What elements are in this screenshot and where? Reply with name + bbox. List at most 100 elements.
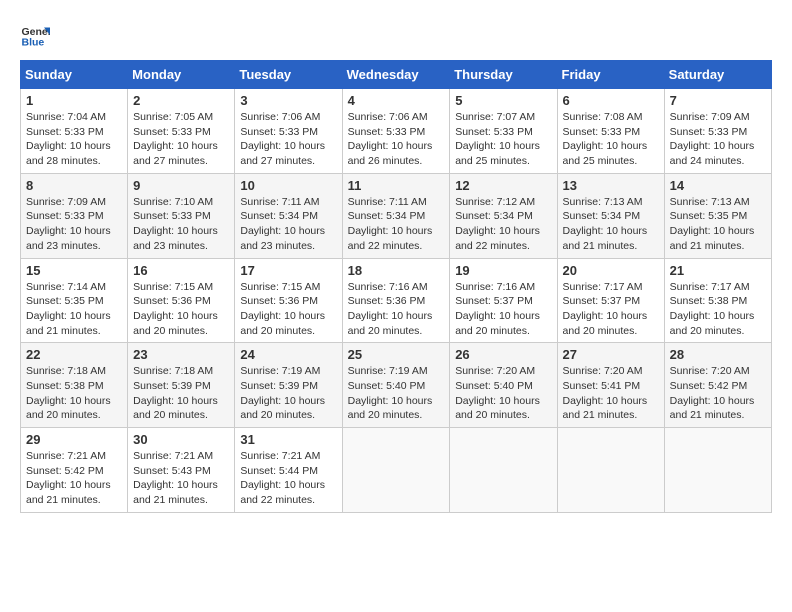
- calendar-cell: 11 Sunrise: 7:11 AMSunset: 5:34 PMDayligh…: [342, 173, 450, 258]
- calendar-cell: 28 Sunrise: 7:20 AMSunset: 5:42 PMDayligh…: [664, 343, 771, 428]
- day-info: Sunrise: 7:09 AMSunset: 5:33 PMDaylight:…: [670, 110, 766, 169]
- calendar-cell: [557, 428, 664, 513]
- day-number: 28: [670, 347, 766, 362]
- day-info: Sunrise: 7:06 AMSunset: 5:33 PMDaylight:…: [240, 110, 336, 169]
- calendar-cell: 17Sunrise: 7:15 AMSunset: 5:36 PMDayligh…: [235, 258, 342, 343]
- column-header-friday: Friday: [557, 61, 664, 89]
- calendar-cell: 8 Sunrise: 7:09 AMSunset: 5:33 PMDaylight…: [21, 173, 128, 258]
- day-info: Sunrise: 7:18 AMSunset: 5:39 PMDaylight:…: [133, 364, 229, 423]
- day-info: Sunrise: 7:20 AMSunset: 5:41 PMDaylight:…: [563, 364, 659, 423]
- calendar-cell: 26 Sunrise: 7:20 AMSunset: 5:40 PMDayligh…: [450, 343, 557, 428]
- day-number: 1: [26, 93, 122, 108]
- day-info: Sunrise: 7:19 AMSunset: 5:40 PMDaylight:…: [348, 364, 445, 423]
- day-number: 8: [26, 178, 122, 193]
- calendar-week-row: 1 Sunrise: 7:04 AMSunset: 5:33 PMDaylight…: [21, 89, 772, 174]
- column-header-sunday: Sunday: [21, 61, 128, 89]
- calendar-week-row: 22 Sunrise: 7:18 AMSunset: 5:38 PMDayligh…: [21, 343, 772, 428]
- calendar-cell: 3 Sunrise: 7:06 AMSunset: 5:33 PMDaylight…: [235, 89, 342, 174]
- day-info: Sunrise: 7:13 AMSunset: 5:34 PMDaylight:…: [563, 195, 659, 254]
- calendar-cell: 4 Sunrise: 7:06 AMSunset: 5:33 PMDaylight…: [342, 89, 450, 174]
- day-number: 30: [133, 432, 229, 447]
- day-number: 10: [240, 178, 336, 193]
- day-number: 14: [670, 178, 766, 193]
- day-number: 18: [348, 263, 445, 278]
- calendar-cell: 21 Sunrise: 7:17 AMSunset: 5:38 PMDayligh…: [664, 258, 771, 343]
- day-info: Sunrise: 7:06 AMSunset: 5:33 PMDaylight:…: [348, 110, 445, 169]
- day-info: Sunrise: 7:21 AMSunset: 5:44 PMDaylight:…: [240, 449, 336, 508]
- day-info: Sunrise: 7:18 AMSunset: 5:38 PMDaylight:…: [26, 364, 122, 423]
- calendar-cell: 31Sunrise: 7:21 AMSunset: 5:44 PMDayligh…: [235, 428, 342, 513]
- calendar-cell: 1 Sunrise: 7:04 AMSunset: 5:33 PMDaylight…: [21, 89, 128, 174]
- day-info: Sunrise: 7:10 AMSunset: 5:33 PMDaylight:…: [133, 195, 229, 254]
- day-number: 29: [26, 432, 122, 447]
- day-info: Sunrise: 7:11 AMSunset: 5:34 PMDaylight:…: [348, 195, 445, 254]
- day-number: 17: [240, 263, 336, 278]
- day-info: Sunrise: 7:11 AMSunset: 5:34 PMDaylight:…: [240, 195, 336, 254]
- day-info: Sunrise: 7:20 AMSunset: 5:40 PMDaylight:…: [455, 364, 551, 423]
- day-number: 27: [563, 347, 659, 362]
- calendar-cell: 30 Sunrise: 7:21 AMSunset: 5:43 PMDayligh…: [128, 428, 235, 513]
- calendar: SundayMondayTuesdayWednesdayThursdayFrid…: [20, 60, 772, 513]
- day-number: 21: [670, 263, 766, 278]
- calendar-week-row: 15 Sunrise: 7:14 AMSunset: 5:35 PMDayligh…: [21, 258, 772, 343]
- day-number: 20: [563, 263, 659, 278]
- calendar-cell: 24Sunrise: 7:19 AMSunset: 5:39 PMDayligh…: [235, 343, 342, 428]
- day-number: 13: [563, 178, 659, 193]
- day-info: Sunrise: 7:15 AMSunset: 5:36 PMDaylight:…: [133, 280, 229, 339]
- day-info: Sunrise: 7:20 AMSunset: 5:42 PMDaylight:…: [670, 364, 766, 423]
- day-number: 5: [455, 93, 551, 108]
- calendar-cell: 22 Sunrise: 7:18 AMSunset: 5:38 PMDayligh…: [21, 343, 128, 428]
- day-info: Sunrise: 7:04 AMSunset: 5:33 PMDaylight:…: [26, 110, 122, 169]
- calendar-cell: 14 Sunrise: 7:13 AMSunset: 5:35 PMDayligh…: [664, 173, 771, 258]
- calendar-cell: 27 Sunrise: 7:20 AMSunset: 5:41 PMDayligh…: [557, 343, 664, 428]
- day-info: Sunrise: 7:17 AMSunset: 5:38 PMDaylight:…: [670, 280, 766, 339]
- calendar-cell: 12 Sunrise: 7:12 AMSunset: 5:34 PMDayligh…: [450, 173, 557, 258]
- day-number: 7: [670, 93, 766, 108]
- day-info: Sunrise: 7:07 AMSunset: 5:33 PMDaylight:…: [455, 110, 551, 169]
- day-info: Sunrise: 7:13 AMSunset: 5:35 PMDaylight:…: [670, 195, 766, 254]
- day-info: Sunrise: 7:05 AMSunset: 5:33 PMDaylight:…: [133, 110, 229, 169]
- day-number: 23: [133, 347, 229, 362]
- day-info: Sunrise: 7:16 AMSunset: 5:36 PMDaylight:…: [348, 280, 445, 339]
- calendar-cell: 16 Sunrise: 7:15 AMSunset: 5:36 PMDayligh…: [128, 258, 235, 343]
- calendar-cell: 9Sunrise: 7:10 AMSunset: 5:33 PMDaylight…: [128, 173, 235, 258]
- day-info: Sunrise: 7:14 AMSunset: 5:35 PMDaylight:…: [26, 280, 122, 339]
- day-info: Sunrise: 7:17 AMSunset: 5:37 PMDaylight:…: [563, 280, 659, 339]
- header: General Blue: [20, 20, 772, 50]
- day-number: 15: [26, 263, 122, 278]
- day-info: Sunrise: 7:19 AMSunset: 5:39 PMDaylight:…: [240, 364, 336, 423]
- calendar-cell: 19 Sunrise: 7:16 AMSunset: 5:37 PMDayligh…: [450, 258, 557, 343]
- day-number: 16: [133, 263, 229, 278]
- day-info: Sunrise: 7:12 AMSunset: 5:34 PMDaylight:…: [455, 195, 551, 254]
- column-header-tuesday: Tuesday: [235, 61, 342, 89]
- calendar-week-row: 8 Sunrise: 7:09 AMSunset: 5:33 PMDaylight…: [21, 173, 772, 258]
- day-info: Sunrise: 7:08 AMSunset: 5:33 PMDaylight:…: [563, 110, 659, 169]
- day-number: 19: [455, 263, 551, 278]
- calendar-cell: [450, 428, 557, 513]
- day-info: Sunrise: 7:09 AMSunset: 5:33 PMDaylight:…: [26, 195, 122, 254]
- day-number: 4: [348, 93, 445, 108]
- day-info: Sunrise: 7:16 AMSunset: 5:37 PMDaylight:…: [455, 280, 551, 339]
- day-number: 11: [348, 178, 445, 193]
- calendar-cell: 29 Sunrise: 7:21 AMSunset: 5:42 PMDayligh…: [21, 428, 128, 513]
- calendar-cell: 5 Sunrise: 7:07 AMSunset: 5:33 PMDaylight…: [450, 89, 557, 174]
- column-header-wednesday: Wednesday: [342, 61, 450, 89]
- calendar-cell: 25Sunrise: 7:19 AMSunset: 5:40 PMDayligh…: [342, 343, 450, 428]
- calendar-cell: 15 Sunrise: 7:14 AMSunset: 5:35 PMDayligh…: [21, 258, 128, 343]
- day-number: 6: [563, 93, 659, 108]
- day-number: 3: [240, 93, 336, 108]
- calendar-cell: 10 Sunrise: 7:11 AMSunset: 5:34 PMDayligh…: [235, 173, 342, 258]
- calendar-cell: [664, 428, 771, 513]
- day-number: 12: [455, 178, 551, 193]
- day-info: Sunrise: 7:21 AMSunset: 5:42 PMDaylight:…: [26, 449, 122, 508]
- calendar-header-row: SundayMondayTuesdayWednesdayThursdayFrid…: [21, 61, 772, 89]
- day-number: 2: [133, 93, 229, 108]
- calendar-week-row: 29 Sunrise: 7:21 AMSunset: 5:42 PMDayligh…: [21, 428, 772, 513]
- calendar-cell: [342, 428, 450, 513]
- day-number: 26: [455, 347, 551, 362]
- calendar-cell: 18 Sunrise: 7:16 AMSunset: 5:36 PMDayligh…: [342, 258, 450, 343]
- day-number: 22: [26, 347, 122, 362]
- calendar-cell: 23 Sunrise: 7:18 AMSunset: 5:39 PMDayligh…: [128, 343, 235, 428]
- svg-text:Blue: Blue: [22, 37, 45, 49]
- day-info: Sunrise: 7:21 AMSunset: 5:43 PMDaylight:…: [133, 449, 229, 508]
